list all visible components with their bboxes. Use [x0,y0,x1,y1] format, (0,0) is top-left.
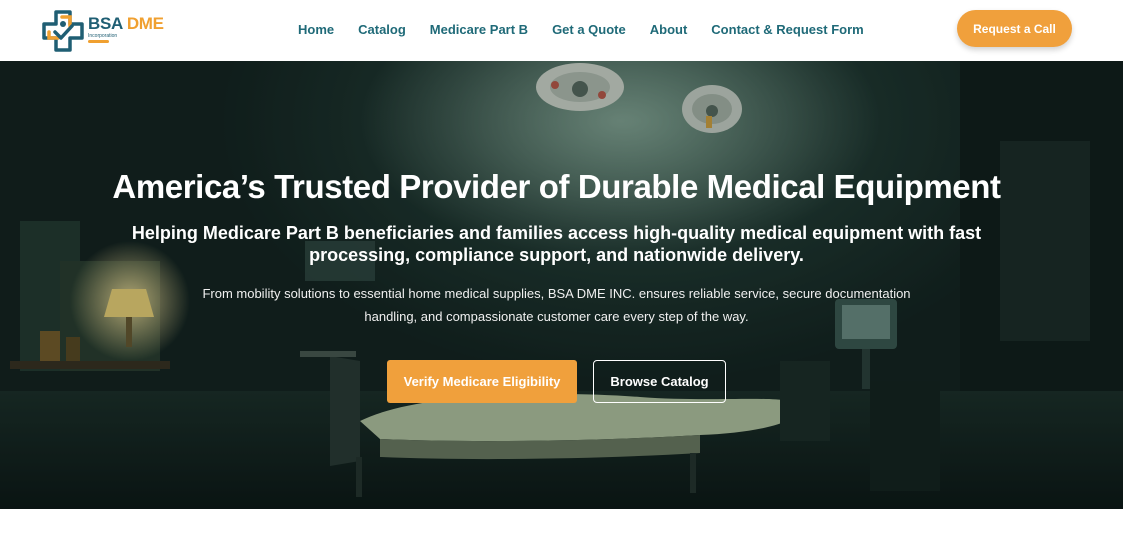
nav-get-a-quote[interactable]: Get a Quote [552,21,626,38]
browse-catalog-button[interactable]: Browse Catalog [593,360,726,403]
hero-title: America’s Trusted Provider of Durable Me… [112,168,1001,205]
hero-section: America’s Trusted Provider of Durable Me… [0,61,1123,509]
brand-name-accent: DME [126,14,164,33]
nav-about[interactable]: About [650,21,688,38]
brand-tagline: Incorporation [88,33,118,39]
brand-name-primary: BSA [88,14,123,33]
brand-underline [88,40,109,43]
brand-name: BSA DME [88,15,164,33]
nav-medicare-part-b[interactable]: Medicare Part B [430,21,528,38]
request-call-button[interactable]: Request a Call [957,10,1072,47]
nav-contact[interactable]: Contact & Request Form [711,21,863,38]
brand-logo[interactable]: BSA DME Incorporation [40,8,165,54]
page-content-start [0,509,1123,551]
nav-catalog[interactable]: Catalog [358,21,406,38]
hero-subtitle: Helping Medicare Part B beneficiaries an… [131,223,982,265]
verify-medicare-eligibility-button[interactable]: Verify Medicare Eligibility [387,360,577,403]
site-header: BSA DME Incorporation Home Catalog Medic… [0,0,1123,61]
main-nav: Home Catalog Medicare Part B Get a Quote… [298,21,864,38]
medical-cross-logo-icon [42,10,84,52]
hero-description: From mobility solutions to essential hom… [202,286,911,324]
nav-home[interactable]: Home [298,21,334,38]
